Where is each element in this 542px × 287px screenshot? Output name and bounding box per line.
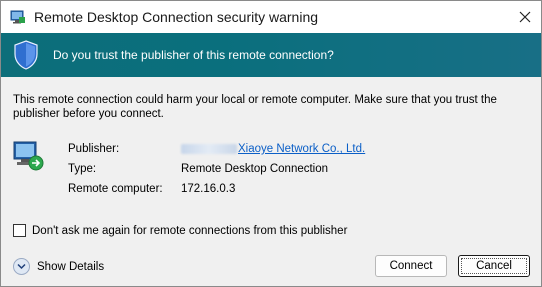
window-title: Remote Desktop Connection security warni… [34,9,319,25]
close-button[interactable] [515,7,535,27]
type-label: Type: [68,163,97,175]
shield-icon [14,40,38,70]
chevron-down-icon[interactable] [13,258,30,275]
title-bar: Remote Desktop Connection security warni… [1,1,541,33]
chevron-glyph [17,263,26,270]
cancel-button[interactable]: Cancel [458,255,530,277]
warning-text: This remote connection could harm your l… [13,94,497,120]
type-value: Remote Desktop Connection [181,163,329,175]
trust-banner: Do you trust the publisher of this remot… [1,33,541,77]
dont-ask-label[interactable]: Don't ask me again for remote connection… [32,225,347,237]
security-warning-dialog: Remote Desktop Connection security warni… [0,0,542,287]
publisher-link[interactable]: Xiaoye Network Co., Ltd. [238,143,365,155]
publisher-value[interactable]: Xiaoye Network Co., Ltd. [181,143,365,155]
focus-ring [461,258,527,274]
remote-desktop-icon [10,10,25,24]
show-details-label[interactable]: Show Details [37,261,104,273]
show-details-toggle[interactable]: Show Details [13,258,104,275]
dont-ask-checkbox[interactable] [13,224,26,237]
publisher-label: Publisher: [68,143,120,155]
trust-question: Do you trust the publisher of this remot… [53,48,334,62]
redacted-text [181,143,237,154]
dialog-body: This remote connection could harm your l… [1,77,541,286]
close-icon [519,11,531,23]
connect-button[interactable]: Connect [375,255,447,277]
remote-computer-icon [13,141,44,171]
remote-computer-label: Remote computer: [68,183,163,195]
dont-ask-again[interactable]: Don't ask me again for remote connection… [13,224,347,237]
remote-computer-value: 172.16.0.3 [181,183,236,195]
